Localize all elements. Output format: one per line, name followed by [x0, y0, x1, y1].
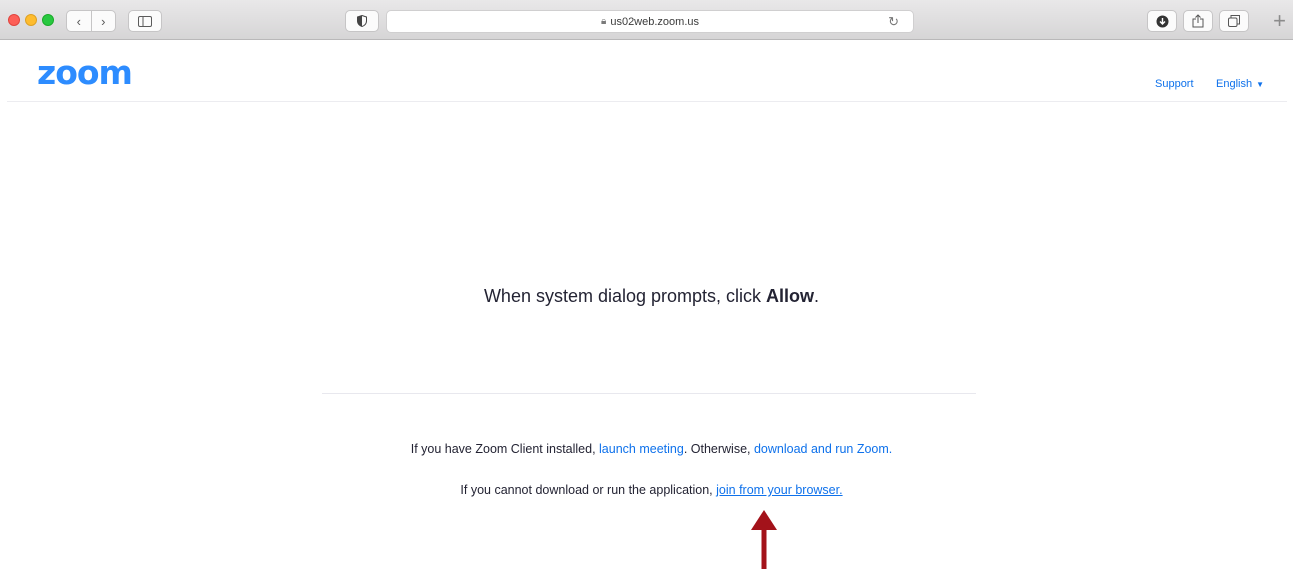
- language-label: English: [1216, 78, 1253, 90]
- forward-button[interactable]: ›: [90, 11, 116, 31]
- plus-icon: +: [1273, 8, 1286, 33]
- url-text: us02web.zoom.us: [610, 15, 699, 28]
- chevron-right-icon: ›: [101, 13, 106, 29]
- new-tab-button[interactable]: +: [1266, 8, 1293, 34]
- browser-toolbar: ‹ › 🔒︎ us02web.zoom.us ↻ +: [0, 0, 1293, 40]
- client-instructions: If you have Zoom Client installed, launc…: [0, 442, 1293, 456]
- sidebar-button[interactable]: [128, 10, 162, 32]
- back-button[interactable]: ‹: [67, 11, 91, 31]
- address-bar[interactable]: 🔒︎ us02web.zoom.us ↻: [386, 10, 914, 33]
- download-icon: [1156, 15, 1168, 27]
- browser-instructions: If you cannot download or run the applic…: [0, 483, 1293, 497]
- shield-icon: [357, 15, 367, 27]
- launch-meeting-link[interactable]: launch meeting: [599, 442, 684, 456]
- privacy-report-button[interactable]: [345, 10, 379, 32]
- client-prefix: If you have Zoom Client installed,: [410, 442, 600, 456]
- client-middle: . Otherwise,: [683, 442, 754, 456]
- prompt-allow: Allow: [766, 286, 815, 306]
- language-dropdown[interactable]: English ▼: [1216, 78, 1264, 90]
- chevron-left-icon: ‹: [76, 13, 81, 29]
- prompt-prefix: When system dialog prompts, click: [483, 286, 767, 306]
- caret-down-icon: ▼: [1256, 80, 1264, 89]
- download-zoom-link[interactable]: download and run Zoom.: [754, 442, 892, 456]
- sidebar-icon: [138, 15, 152, 27]
- lock-icon: 🔒︎: [601, 16, 607, 27]
- content-divider: [322, 393, 976, 394]
- zoom-logo[interactable]: zoom: [37, 53, 133, 93]
- tab-overview-button[interactable]: [1219, 10, 1249, 32]
- minimize-window-button[interactable]: [25, 14, 37, 26]
- annotation-arrow-icon: [751, 510, 777, 569]
- tabs-overview-icon: [1228, 15, 1240, 27]
- prompt-suffix: .: [814, 286, 820, 306]
- share-button[interactable]: [1183, 10, 1213, 32]
- downloads-button[interactable]: [1147, 10, 1177, 32]
- share-icon: [1192, 14, 1204, 28]
- support-link[interactable]: Support: [1155, 78, 1194, 90]
- zoom-window-button[interactable]: [42, 14, 54, 26]
- header-divider: [7, 101, 1287, 102]
- close-window-button[interactable]: [8, 14, 20, 26]
- system-dialog-prompt: When system dialog prompts, click Allow.: [0, 286, 1293, 307]
- join-from-browser-link[interactable]: join from your browser.: [716, 483, 842, 497]
- reload-icon[interactable]: ↻: [888, 14, 899, 30]
- back-forward-group: ‹ ›: [66, 10, 116, 32]
- browser-prefix: If you cannot download or run the applic…: [460, 483, 717, 497]
